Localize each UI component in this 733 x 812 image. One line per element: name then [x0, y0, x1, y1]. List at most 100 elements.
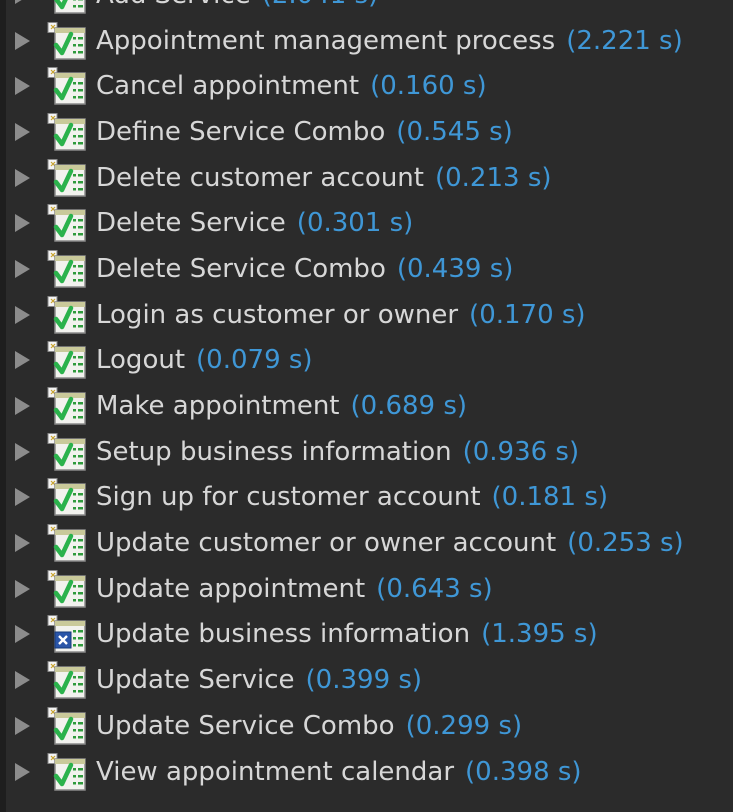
test-suite-label: Cancel appointment (0.160 s): [96, 71, 487, 101]
test-suite-duration: (0.689 s): [350, 391, 468, 422]
test-suite-label: Login as customer or owner (0.170 s): [96, 300, 586, 330]
expand-triangle-icon[interactable]: [15, 442, 30, 461]
expand-triangle-icon[interactable]: [15, 77, 30, 96]
test-suite-name: Setup business information: [96, 436, 452, 467]
test-suite-duration: (0.253 s): [567, 528, 684, 559]
test-suite-row[interactable]: Define Service Combo (0.545 s): [6, 109, 733, 155]
test-suite-name: Login as customer or owner: [96, 299, 459, 330]
test-suite-label: Appointment management process (2.221 s): [96, 26, 683, 56]
test-suite-label: Sign up for customer account (0.181 s): [96, 482, 608, 512]
test-suite-duration: (2.221 s): [566, 25, 683, 56]
test-suite-duration: (0.545 s): [396, 116, 513, 147]
test-suite-pass-icon: [46, 524, 86, 562]
test-suite-name: View appointment calendar: [96, 756, 455, 787]
expand-triangle-icon[interactable]: [15, 259, 30, 278]
test-suite-name: Appointment management process: [96, 25, 556, 56]
test-suite-label: Define Service Combo (0.545 s): [96, 117, 513, 147]
test-suite-name: Logout: [96, 345, 186, 376]
expand-triangle-icon[interactable]: [15, 397, 30, 416]
test-suite-row[interactable]: Appointment management process (2.221 s): [6, 18, 733, 64]
test-suite-label: Setup business information (0.936 s): [96, 437, 579, 467]
test-suite-duration: (0.299 s): [405, 710, 523, 741]
expand-triangle-icon[interactable]: [15, 625, 30, 644]
expand-triangle-icon[interactable]: [15, 168, 30, 187]
test-suite-label: Update business information (1.395 s): [96, 619, 598, 649]
test-suite-row[interactable]: Delete Service (0.301 s): [6, 200, 733, 246]
test-suite-row[interactable]: Add Service (2.041 s): [6, 0, 733, 18]
test-suite-pass-icon: [46, 661, 86, 699]
test-suite-row[interactable]: Update Service (0.399 s): [6, 657, 733, 703]
test-suite-duration: (0.301 s): [296, 208, 414, 239]
test-suite-name: Update Service: [96, 665, 295, 696]
test-suite-pass-icon: [46, 112, 86, 151]
test-suite-label: Delete customer account (0.213 s): [96, 163, 552, 193]
test-suite-pass-icon: [46, 158, 86, 197]
expand-triangle-icon[interactable]: [15, 579, 30, 598]
test-suite-duration: (0.936 s): [462, 436, 580, 467]
test-suite-pass-icon: [46, 387, 86, 425]
test-suite-pass-icon: [46, 752, 86, 791]
test-suite-duration: (0.398 s): [465, 756, 582, 787]
test-suite-pass-icon: [46, 67, 86, 105]
test-suite-name: Define Service Combo: [96, 116, 386, 147]
expand-triangle-icon[interactable]: [15, 214, 30, 233]
expand-triangle-icon[interactable]: [15, 716, 30, 735]
test-suite-name: Sign up for customer account: [96, 482, 481, 513]
test-suite-label: Update Service (0.399 s): [96, 665, 422, 695]
test-suite-duration: (0.439 s): [396, 253, 514, 284]
test-suite-name: Delete customer account: [96, 162, 424, 193]
test-suite-name: Make appointment: [96, 391, 340, 422]
expand-triangle-icon[interactable]: [15, 305, 30, 324]
test-suite-label: Logout (0.079 s): [96, 345, 313, 375]
test-suite-duration: (0.160 s): [370, 71, 487, 102]
test-suite-row[interactable]: Sign up for customer account (0.181 s): [6, 475, 733, 521]
test-suite-row[interactable]: Login as customer or owner (0.170 s): [6, 292, 733, 338]
expand-triangle-icon[interactable]: [15, 31, 30, 50]
test-suite-pass-icon: [46, 341, 86, 380]
test-suite-pass-icon: [46, 21, 86, 60]
test-suite-row[interactable]: Update Service Combo (0.299 s): [6, 703, 733, 749]
test-suite-duration: (2.041 s): [262, 0, 379, 10]
expand-triangle-icon[interactable]: [15, 762, 30, 781]
test-suite-row[interactable]: Update business information (1.395 s): [6, 612, 733, 658]
test-suite-pass-icon: [46, 0, 86, 14]
test-suite-name: Update customer or owner account: [96, 528, 557, 559]
test-suite-name: Cancel appointment: [96, 71, 360, 102]
test-suite-pass-icon: [46, 204, 86, 243]
test-suite-row[interactable]: Update appointment (0.643 s): [6, 566, 733, 612]
test-suite-pass-icon: [46, 295, 86, 334]
test-suite-fail-icon: [46, 615, 86, 654]
test-suite-pass-icon: [46, 569, 86, 608]
test-suite-label: Add Service (2.041 s): [96, 0, 378, 10]
test-suite-duration: (0.170 s): [469, 299, 586, 330]
expand-triangle-icon[interactable]: [15, 122, 30, 141]
expand-triangle-icon[interactable]: [15, 534, 30, 553]
test-suite-label: Update appointment (0.643 s): [96, 574, 493, 604]
expand-triangle-icon[interactable]: [15, 671, 30, 690]
test-suite-duration: (0.643 s): [376, 573, 493, 604]
expand-triangle-icon[interactable]: [15, 0, 30, 4]
test-suite-duration: (1.395 s): [481, 619, 598, 650]
test-suite-label: Delete Service Combo (0.439 s): [96, 254, 513, 284]
test-suite-row[interactable]: Setup business information (0.936 s): [6, 429, 733, 475]
test-suite-label: Delete Service (0.301 s): [96, 208, 413, 238]
test-suite-row[interactable]: Update customer or owner account (0.253 s…: [6, 520, 733, 566]
test-suite-row[interactable]: Delete Service Combo (0.439 s): [6, 246, 733, 292]
test-suite-name: Update appointment: [96, 573, 366, 604]
test-suite-name: Delete Service Combo: [96, 253, 386, 284]
test-suite-label: Make appointment (0.689 s): [96, 391, 467, 421]
test-suite-row[interactable]: Logout (0.079 s): [6, 338, 733, 384]
test-suite-pass-icon: [46, 478, 86, 517]
expand-triangle-icon[interactable]: [15, 488, 30, 507]
test-suite-pass-icon: [46, 432, 86, 471]
test-suite-duration: (0.399 s): [305, 665, 423, 696]
test-suite-row[interactable]: Delete customer account (0.213 s): [6, 155, 733, 201]
test-suite-row[interactable]: View appointment calendar (0.398 s): [6, 749, 733, 795]
expand-triangle-icon[interactable]: [15, 351, 30, 370]
test-suite-row[interactable]: Cancel appointment (0.160 s): [6, 63, 733, 109]
test-results-tree: Add Service (2.041 s) Appointment manageme…: [0, 0, 733, 812]
test-suite-pass-icon: [46, 249, 86, 288]
test-suite-row[interactable]: Make appointment (0.689 s): [6, 383, 733, 429]
test-suite-name: Delete Service: [96, 208, 286, 239]
test-suite-label: Update Service Combo (0.299 s): [96, 711, 522, 741]
